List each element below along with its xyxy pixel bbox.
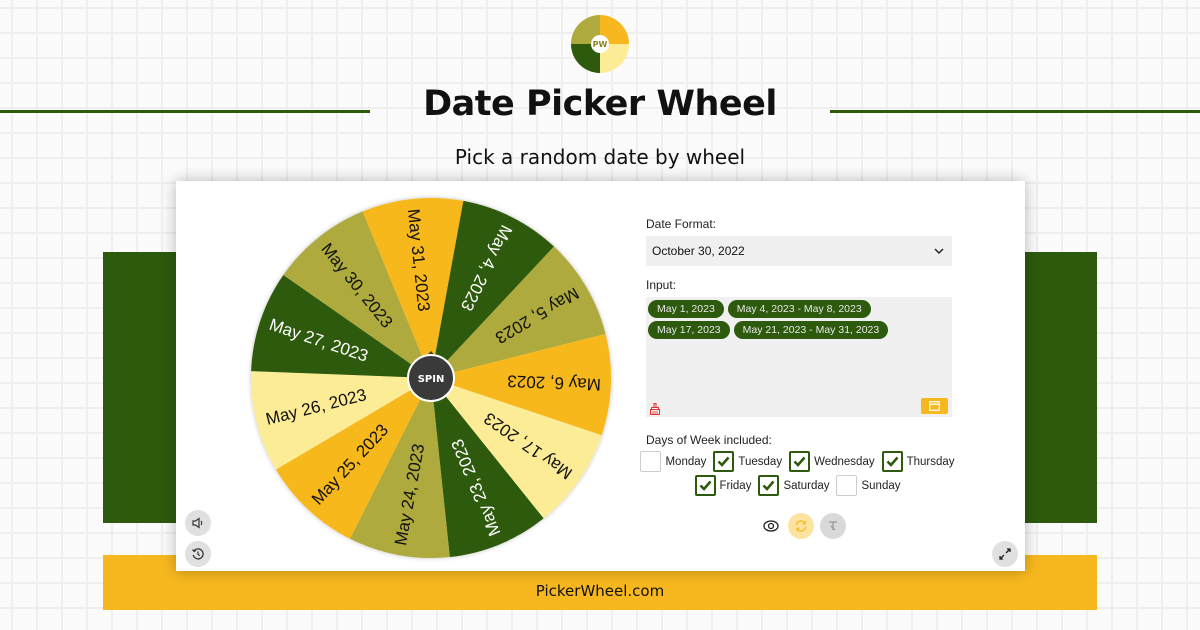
- day-label: Tuesday: [738, 455, 783, 468]
- calendar-icon: [929, 401, 940, 411]
- date-range-chip[interactable]: May 21, 2023 - May 31, 2023: [733, 321, 889, 339]
- day-checkbox-wednesday[interactable]: Wednesday: [789, 451, 875, 472]
- pointer-hand-icon: [829, 521, 837, 531]
- checkbox[interactable]: [758, 475, 780, 496]
- date-format-select[interactable]: October 30, 2022: [646, 236, 952, 266]
- checkmark-icon: [886, 456, 899, 467]
- calendar-add-button[interactable]: [921, 398, 948, 414]
- days-row: Monday Tuesday Wednesday Thursday: [640, 451, 955, 472]
- checkmark-icon: [717, 456, 730, 467]
- elimination-mode-button[interactable]: [820, 513, 846, 539]
- preview-button[interactable]: [760, 515, 782, 537]
- date-chip[interactable]: May 17, 2023: [648, 321, 730, 339]
- day-label: Thursday: [906, 455, 955, 468]
- days-of-week-label: Days of Week included:: [646, 433, 772, 447]
- day-label: Friday: [719, 479, 752, 492]
- checkmark-icon: [793, 456, 806, 467]
- page-title: Date Picker Wheel: [423, 84, 777, 124]
- checkmark-icon: [699, 480, 711, 491]
- fullscreen-button[interactable]: [992, 541, 1018, 567]
- checkbox[interactable]: [640, 451, 662, 472]
- checkbox[interactable]: [713, 451, 735, 472]
- checkbox[interactable]: [881, 451, 903, 472]
- day-checkbox-friday[interactable]: Friday: [694, 475, 752, 496]
- checkbox[interactable]: [694, 475, 716, 496]
- shuffle-button[interactable]: [788, 513, 814, 539]
- pickerwheel-logo: PW: [571, 15, 629, 73]
- day-checkbox-thursday[interactable]: Thursday: [881, 451, 955, 472]
- days-row: Friday Saturday Sunday: [646, 475, 952, 496]
- day-checkbox-sunday[interactable]: Sunday: [836, 475, 901, 496]
- wheel-card: May 31, 2023 May 4, 2023 May 5, 2023 May 6,…: [176, 181, 1025, 571]
- sound-toggle-button[interactable]: [185, 510, 211, 536]
- clear-brush-icon[interactable]: [649, 403, 661, 415]
- date-format-label: Date Format:: [646, 217, 717, 231]
- checkbox[interactable]: [789, 451, 811, 472]
- wheel-slice-label: May 6, 2023: [507, 371, 601, 394]
- date-input-area[interactable]: May 1, 2023 May 4, 2023 - May 8, 2023 Ma…: [646, 297, 952, 417]
- input-label: Input:: [646, 278, 677, 292]
- spin-label: SPIN: [418, 374, 445, 385]
- date-wheel[interactable]: May 31, 2023 May 4, 2023May 5, 2023May 6,…: [246, 193, 616, 563]
- checkbox[interactable]: [836, 475, 858, 496]
- footer-site-name: PickerWheel.com: [535, 582, 665, 600]
- day-checkbox-saturday[interactable]: Saturday: [758, 475, 829, 496]
- refresh-icon: [795, 520, 807, 532]
- settings-panel: Date Format: October 30, 2022 Input: May…: [640, 217, 956, 499]
- history-icon: [192, 548, 204, 560]
- date-format-value: October 30, 2022: [652, 244, 745, 258]
- day-checkbox-tuesday[interactable]: Tuesday: [713, 451, 782, 472]
- day-label: Monday: [665, 455, 707, 468]
- day-label: Wednesday: [814, 455, 875, 468]
- day-label: Saturday: [783, 479, 830, 492]
- eye-icon: [763, 520, 779, 532]
- speaker-icon: [192, 517, 203, 529]
- wheel-tools: [760, 513, 846, 539]
- day-label: Sunday: [861, 479, 901, 492]
- chevron-down-icon: [934, 248, 944, 255]
- checkmark-icon: [763, 480, 775, 491]
- page-subtitle: Pick a random date by wheel: [454, 145, 746, 169]
- logo-text: PW: [593, 40, 608, 49]
- date-chip[interactable]: May 1, 2023: [648, 300, 724, 318]
- expand-icon: [999, 548, 1011, 560]
- date-range-chip[interactable]: May 4, 2023 - May 8, 2023: [727, 300, 871, 318]
- history-button[interactable]: [185, 541, 211, 567]
- day-checkbox-monday[interactable]: Monday: [640, 451, 706, 472]
